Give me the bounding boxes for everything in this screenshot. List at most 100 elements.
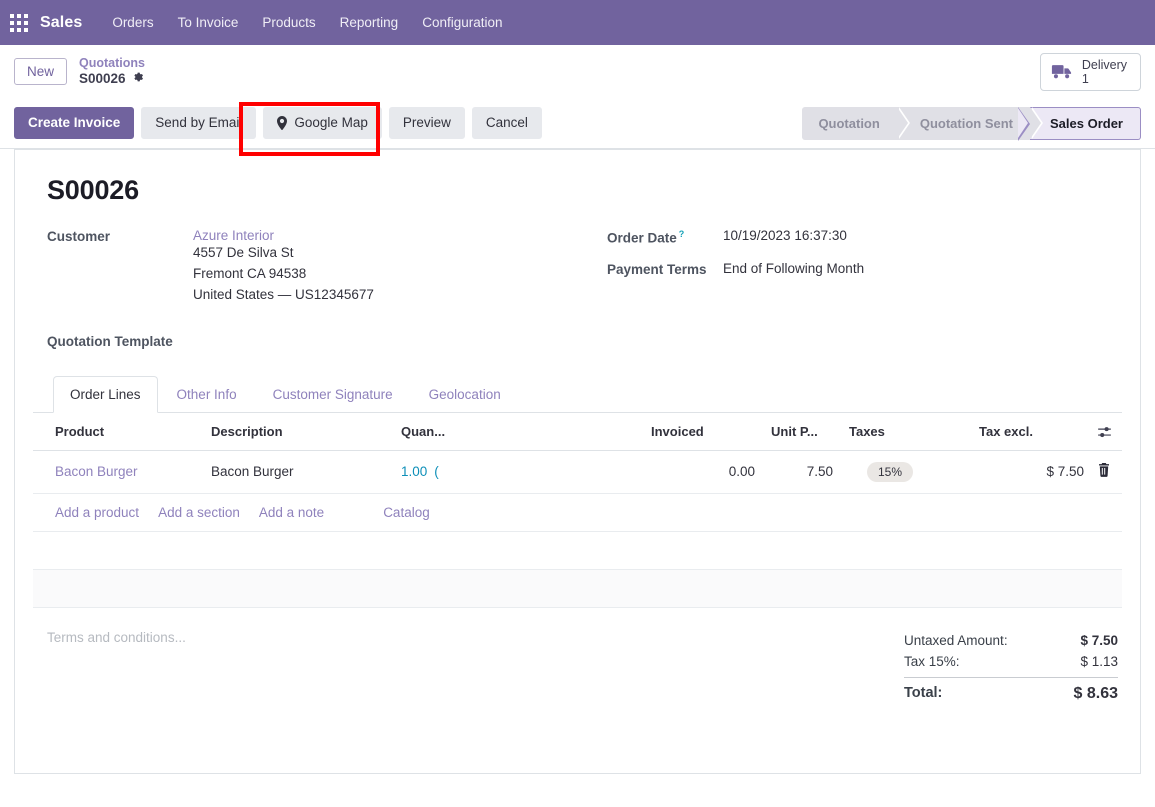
control-panel-action-row: Create Invoice Send by Email Google Map … xyxy=(0,98,1155,149)
apps-grid-icon[interactable] xyxy=(10,13,28,32)
total-grand: Total: $ 8.63 xyxy=(904,676,1118,706)
status-arrow-decoration xyxy=(1018,106,1030,141)
column-header-tax-excl[interactable]: Tax excl. xyxy=(971,412,1092,451)
add-links-group: Add a product Add a section Add a note C… xyxy=(41,505,1114,520)
breadcrumb-current-label: S00026 xyxy=(79,70,126,86)
order-lines-header: Product Description Quan... Invoiced Uni… xyxy=(33,412,1122,451)
field-quotation-template-label: Quotation Template xyxy=(47,333,173,349)
google-map-button-label: Google Map xyxy=(294,114,368,130)
cell-quantity[interactable]: 1.00 ( xyxy=(393,450,643,494)
empty-cell xyxy=(33,531,1122,570)
cell-tax-excl: $ 7.50 xyxy=(971,450,1092,494)
page-title: S00026 xyxy=(47,175,139,205)
column-header-options xyxy=(1092,412,1122,451)
column-header-invoiced[interactable]: Invoiced xyxy=(643,412,763,451)
total-untaxed-amount: Untaxed Amount: $ 7.50 xyxy=(904,630,1118,651)
total-untaxed-label: Untaxed Amount: xyxy=(904,632,1008,648)
nav-menu-reporting[interactable]: Reporting xyxy=(328,0,411,45)
truck-icon xyxy=(1051,64,1073,80)
field-order-date-value[interactable]: 10/19/2023 16:37:30 xyxy=(723,228,847,243)
top-navbar: Sales Orders To Invoice Products Reporti… xyxy=(0,0,1155,45)
field-quotation-template: Quotation Template xyxy=(47,333,1122,349)
notebook: Order Lines Other Info Customer Signatur… xyxy=(33,375,1122,608)
record-fields: Customer Azure Interior 4557 De Silva St… xyxy=(47,228,1122,311)
control-panel-breadcrumb-row: New Quotations S00026 Delivery 1 xyxy=(0,45,1155,98)
cell-invoiced[interactable]: 0.00 xyxy=(643,450,763,494)
cell-unit-price[interactable]: 7.50 xyxy=(763,450,841,494)
help-question-icon[interactable]: ? xyxy=(679,229,685,239)
stat-button-text: Delivery 1 xyxy=(1082,58,1127,86)
status-step-quotation-sent[interactable]: Quotation Sent xyxy=(896,106,1044,140)
catalog-link[interactable]: Catalog xyxy=(383,505,430,520)
breadcrumb-group: New Quotations S00026 xyxy=(14,56,145,87)
customer-address-line-1: 4557 De Silva St xyxy=(193,245,294,260)
cell-delete[interactable] xyxy=(1092,450,1122,494)
add-a-product-link[interactable]: Add a product xyxy=(55,505,139,520)
field-customer-value: Azure Interior 4557 De Silva St Fremont … xyxy=(193,228,374,306)
order-lines-body: Bacon Burger Bacon Burger 1.00 ( 0.00 7.5… xyxy=(33,450,1122,608)
send-by-email-button[interactable]: Send by Email xyxy=(141,106,257,140)
cell-taxes[interactable]: 15% xyxy=(841,450,971,494)
gear-icon[interactable] xyxy=(132,71,144,86)
total-untaxed-value: $ 7.50 xyxy=(1080,632,1118,648)
google-map-button[interactable]: Google Map xyxy=(263,106,382,140)
add-line-cell: Add a product Add a section Add a note C… xyxy=(33,493,1122,532)
field-payment-terms: Payment Terms End of Following Month xyxy=(607,261,1122,277)
preview-button[interactable]: Preview xyxy=(388,106,465,140)
column-header-unit-price[interactable]: Unit P... xyxy=(763,412,841,451)
quantity-value: 1.00 xyxy=(401,464,428,480)
tab-customer-signature[interactable]: Customer Signature xyxy=(256,376,410,413)
add-a-note-link[interactable]: Add a note xyxy=(259,505,324,520)
record-sheet: S00026 Customer Azure Interior 4557 De S… xyxy=(14,149,1141,774)
empty-cell xyxy=(33,569,1122,608)
total-grand-value: $ 8.63 xyxy=(1073,684,1118,702)
tab-other-info[interactable]: Other Info xyxy=(160,376,254,413)
nav-menu-products[interactable]: Products xyxy=(250,0,327,45)
breadcrumb-parent-quotations[interactable]: Quotations xyxy=(79,56,145,71)
fields-right-column: Order Date? 10/19/2023 16:37:30 Payment … xyxy=(607,228,1122,311)
tab-geolocation[interactable]: Geolocation xyxy=(412,376,518,413)
field-payment-terms-value[interactable]: End of Following Month xyxy=(723,261,864,276)
terms-and-conditions-input[interactable]: Terms and conditions... xyxy=(47,630,186,645)
cancel-button[interactable]: Cancel xyxy=(471,106,542,140)
status-bar: Quotation Quotation Sent Sales Order xyxy=(802,106,1141,141)
nav-menu-to-invoice[interactable]: To Invoice xyxy=(166,0,251,45)
map-pin-icon xyxy=(277,116,288,130)
total-grand-label: Total: xyxy=(904,684,943,701)
nav-menu-orders[interactable]: Orders xyxy=(100,0,165,45)
customer-link[interactable]: Azure Interior xyxy=(193,228,374,243)
totals-block: Untaxed Amount: $ 7.50 Tax 15%: $ 1.13 T… xyxy=(904,630,1118,706)
sliders-adjust-icon[interactable] xyxy=(1098,426,1111,439)
app-brand-sales[interactable]: Sales xyxy=(40,14,82,32)
new-record-button[interactable]: New xyxy=(14,57,68,85)
trash-icon[interactable] xyxy=(1098,463,1110,480)
column-header-description[interactable]: Description xyxy=(203,412,393,451)
add-a-section-link[interactable]: Add a section xyxy=(158,505,240,520)
status-step-sales-order-label: Sales Order xyxy=(1050,115,1123,131)
action-buttons: Create Invoice Send by Email Google Map … xyxy=(14,106,542,140)
stat-button-label: Delivery xyxy=(1081,57,1127,72)
field-customer: Customer Azure Interior 4557 De Silva St… xyxy=(47,228,607,306)
total-tax-label[interactable]: Tax 15%: xyxy=(904,654,960,669)
status-step-quotation[interactable]: Quotation xyxy=(802,106,911,140)
column-header-quantity[interactable]: Quan... xyxy=(393,412,643,451)
create-invoice-button[interactable]: Create Invoice xyxy=(14,106,135,140)
table-row[interactable]: Bacon Burger Bacon Burger 1.00 ( 0.00 7.5… xyxy=(33,450,1122,494)
sheet-wrapper: S00026 Customer Azure Interior 4557 De S… xyxy=(0,149,1155,774)
empty-row xyxy=(33,569,1122,608)
column-header-product[interactable]: Product xyxy=(33,412,203,451)
uom-fragment: ( xyxy=(434,464,439,480)
stat-button-delivery[interactable]: Delivery 1 xyxy=(1039,52,1141,91)
status-step-sales-order[interactable]: Sales Order xyxy=(1018,106,1141,141)
sheet-footer: Terms and conditions... Untaxed Amount: … xyxy=(33,608,1122,720)
nav-menu-configuration[interactable]: Configuration xyxy=(410,0,514,45)
stat-button-value: 1 xyxy=(1081,71,1089,86)
cell-product[interactable]: Bacon Burger xyxy=(33,450,203,494)
field-customer-label: Customer xyxy=(47,229,111,244)
column-header-taxes[interactable]: Taxes xyxy=(841,412,971,451)
breadcrumb-current: S00026 xyxy=(79,71,145,87)
tab-order-lines[interactable]: Order Lines xyxy=(53,375,158,413)
product-link[interactable]: Bacon Burger xyxy=(55,464,138,479)
order-lines-table: Product Description Quan... Invoiced Uni… xyxy=(33,412,1122,608)
cell-description[interactable]: Bacon Burger xyxy=(203,450,393,494)
